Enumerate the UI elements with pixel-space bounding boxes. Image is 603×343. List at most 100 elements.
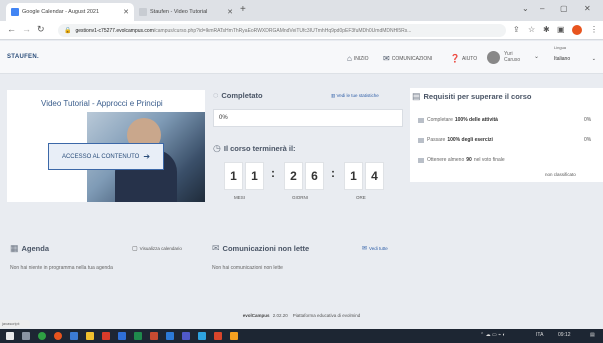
calendar-icon <box>11 8 19 16</box>
footer: evolCampus 2.02.20 Piattaforma educativa… <box>0 313 603 318</box>
teams-icon[interactable] <box>182 332 190 340</box>
tray-language[interactable]: ITA <box>536 332 543 338</box>
puzzle-icon[interactable]: ✱ <box>543 25 550 34</box>
countdown-separator: : <box>271 166 275 180</box>
countdown-digit: 6 <box>305 162 324 190</box>
checklist-icon <box>418 117 424 123</box>
checklist-icon <box>418 157 424 163</box>
user-name[interactable]: Yuri Caruso <box>504 51 520 63</box>
progress-percent: 0% <box>219 115 228 121</box>
reload-icon[interactable]: ↻ <box>37 24 45 35</box>
nav-label: AIUTO <box>461 55 478 62</box>
chrome-icon[interactable] <box>54 332 62 340</box>
agenda-heading: ▦ Agenda <box>10 243 49 254</box>
requirement-pct: 0% <box>584 117 592 123</box>
profile-avatar[interactable] <box>572 25 582 35</box>
countdown-separator: : <box>331 166 335 180</box>
url-field[interactable]: 🔒 gestionv1-c75277.evolcampus.com /campu… <box>58 24 506 37</box>
tab-google-calendar[interactable]: Google Calendar - August 2021 ✕ <box>6 3 134 21</box>
view-all-link[interactable]: ✉ Vedi tutte <box>362 245 388 252</box>
close-icon[interactable]: ✕ <box>123 8 129 16</box>
access-content-label: ACCESSO AL CONTENUTO <box>61 153 140 160</box>
search-icon[interactable] <box>22 332 30 340</box>
countdown-digit: 1 <box>344 162 363 190</box>
footer-brand[interactable]: evolCampus <box>243 313 270 318</box>
logo[interactable]: STAUFEN. <box>7 54 39 60</box>
office-icon[interactable] <box>102 332 110 340</box>
requirement-item: Passare 100% degli esercizi <box>418 137 495 143</box>
star-icon[interactable]: ☆ <box>528 25 535 34</box>
app-header: STAUFEN. ⌂ INIZIO ✉ COMUNICAZIONI ❓ AIUT… <box>0 41 603 74</box>
share-icon[interactable]: ⇪ <box>513 25 520 34</box>
minimize-icon[interactable]: – <box>540 4 544 13</box>
countdown-digit: 4 <box>365 162 384 190</box>
tab-video-tutorial[interactable]: Staufen - Video Tutorial ✕ <box>134 3 238 21</box>
excel-icon[interactable] <box>134 332 142 340</box>
countdown-label-days: MESI <box>234 195 246 200</box>
completed-heading: ◌ Completato <box>213 90 263 100</box>
countdown-label-minutes: ORE <box>356 195 366 200</box>
back-icon[interactable]: ← <box>7 24 16 34</box>
requirement-pre: Ottenere almeno <box>427 157 465 163</box>
nav-label: COMUNICAZIONI <box>391 55 433 62</box>
course-title: Video Tutorial - Approcci e Principi <box>41 99 163 108</box>
requirements-heading: ▤ Requisiti per superare il corso <box>412 91 531 102</box>
chevron-down-icon[interactable]: ⌄ <box>522 4 529 13</box>
tab-label: Google Calendar - August 2021 <box>22 9 100 15</box>
skype-icon[interactable] <box>198 332 206 340</box>
checklist-icon <box>418 137 424 143</box>
lock-icon: 🔒 <box>64 28 72 34</box>
nav-help[interactable]: ❓ AIUTO <box>450 54 477 63</box>
clock[interactable]: 09:12 <box>558 332 571 338</box>
outlook-icon[interactable] <box>166 332 174 340</box>
envelope-icon: ✉ <box>362 246 368 252</box>
forward-icon[interactable]: → <box>22 24 31 34</box>
nav-home[interactable]: ⌂ INIZIO <box>347 54 369 63</box>
kebab-menu-icon[interactable]: ⋮ <box>590 25 598 34</box>
view-calendar-label: Visualizza calendario <box>139 246 182 251</box>
countdown-digit: 1 <box>245 162 264 190</box>
help-icon: ❓ <box>450 54 460 63</box>
app-icon[interactable] <box>230 332 238 340</box>
browser-tab-bar: Google Calendar - August 2021 ✕ Staufen … <box>0 0 603 21</box>
completed-heading-label: Completato <box>221 90 263 100</box>
chevron-down-icon[interactable]: ⌄ <box>534 53 539 60</box>
messages-heading: ✉ Comunicazioni non lette <box>212 243 309 254</box>
folder-icon[interactable] <box>86 332 94 340</box>
chevron-down-icon: ⌄ <box>591 55 596 62</box>
access-content-button[interactable]: ACCESSO AL CONTENUTO ➔ <box>48 143 164 170</box>
reading-list-icon[interactable]: ▣ <box>557 25 565 34</box>
clock-icon: ◷ <box>213 143 221 153</box>
page-icon <box>139 8 147 16</box>
nav-label: INIZIO <box>353 55 369 62</box>
tray-icons[interactable]: ⌃ ☁ ▭ ⌁ ◐ <box>480 332 506 338</box>
view-calendar-link[interactable]: ▢ Visualizza calendario <box>132 245 182 252</box>
close-window-icon[interactable]: ✕ <box>584 4 591 13</box>
nav-messages[interactable]: ✉ COMUNICAZIONI <box>383 54 432 63</box>
requirement-item: Completare 100% delle attività <box>418 117 500 123</box>
requirements-heading-label: Requisiti per superare il corso <box>423 92 532 101</box>
notification-icon[interactable]: ▤ <box>590 332 595 338</box>
footer-version: 2.02.20 <box>272 313 288 318</box>
view-all-label: Vedi tutte <box>369 246 388 251</box>
countdown-digit: 2 <box>284 162 303 190</box>
close-icon[interactable]: ✕ <box>227 8 233 16</box>
requirement-bold: 90 <box>466 157 472 163</box>
progress-bar: 0% <box>213 109 403 127</box>
edge-icon[interactable] <box>70 332 78 340</box>
powerpoint-icon[interactable] <box>150 332 158 340</box>
word-icon[interactable] <box>118 332 126 340</box>
stats-link[interactable]: ▥ Vedi le tue statistiche <box>331 93 379 99</box>
user-last-name: Caruso <box>504 57 521 63</box>
tab-label: Staufen - Video Tutorial <box>150 9 208 15</box>
language-value: Italiano <box>554 55 571 62</box>
avatar[interactable] <box>487 51 500 64</box>
requirement-item: Ottenere almeno 90 nel voto finale <box>418 157 505 163</box>
language-select[interactable]: Italiano ⌄ <box>554 53 596 64</box>
agenda-empty-text: Non hai niente in programma nella tua ag… <box>10 265 113 271</box>
whatsapp-icon[interactable] <box>38 332 46 340</box>
app-icon[interactable] <box>214 332 222 340</box>
maximize-icon[interactable]: ▢ <box>560 4 568 13</box>
windows-start-icon[interactable] <box>6 332 14 340</box>
plus-icon[interactable]: + <box>240 4 246 15</box>
